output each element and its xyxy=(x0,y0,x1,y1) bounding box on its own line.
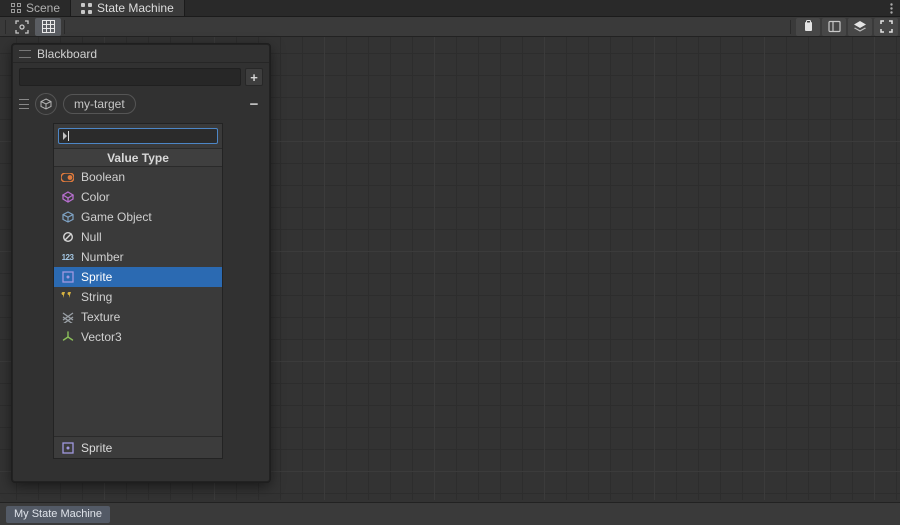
tab-scene-label: Scene xyxy=(26,1,60,15)
blackboard-search-input[interactable] xyxy=(19,68,241,86)
dropdown-item-boolean[interactable]: Boolean xyxy=(54,167,222,187)
string-icon xyxy=(61,291,74,304)
tab-scene[interactable]: Scene xyxy=(0,0,71,16)
blackboard-header[interactable]: Blackboard xyxy=(13,45,269,63)
cube-icon xyxy=(40,98,52,110)
tab-overflow-button[interactable] xyxy=(882,0,900,16)
gameobject-icon xyxy=(61,211,74,224)
dropdown-title: Value Type xyxy=(54,149,222,167)
separator xyxy=(790,20,791,34)
sprite-icon xyxy=(61,441,74,454)
text-cursor xyxy=(68,131,69,141)
dropdown-footer: Sprite xyxy=(54,436,222,458)
separator xyxy=(64,20,65,34)
dropdown-item-null[interactable]: Null xyxy=(54,227,222,247)
minus-icon: − xyxy=(250,96,259,113)
color-icon xyxy=(61,191,74,204)
null-icon xyxy=(61,231,74,244)
blackboard-search-row: + xyxy=(13,63,269,91)
dropdown-footer-label: Sprite xyxy=(81,441,112,455)
plus-icon: + xyxy=(250,70,258,85)
dropdown-item-string[interactable]: String xyxy=(54,287,222,307)
separator xyxy=(5,20,6,34)
breadcrumb-label: My State Machine xyxy=(14,508,102,520)
dropdown-item-game-object[interactable]: Game Object xyxy=(54,207,222,227)
dropdown-item-color[interactable]: Color xyxy=(54,187,222,207)
entry-type-button[interactable] xyxy=(35,93,57,115)
vector3-icon xyxy=(61,331,74,344)
dropdown-list: Boolean Color Game Object Null 123 Number Spri… xyxy=(54,167,222,436)
statemachine-icon xyxy=(81,3,92,14)
entry-name-label: my-target xyxy=(74,97,125,111)
number-icon: 123 xyxy=(61,251,74,264)
dropdown-item-label: Sprite xyxy=(81,270,112,284)
add-button[interactable]: + xyxy=(245,68,263,86)
dropdown-item-label: Vector3 xyxy=(81,330,122,344)
tab-state-machine[interactable]: State Machine xyxy=(71,0,185,16)
tab-statemachine-label: State Machine xyxy=(97,1,174,15)
footer-bar: My State Machine xyxy=(0,502,900,525)
collapse-button[interactable]: − xyxy=(247,97,261,111)
drag-grip-icon xyxy=(19,50,31,58)
clipboard-button[interactable] xyxy=(796,18,820,36)
texture-icon xyxy=(61,311,74,324)
fullscreen-button[interactable] xyxy=(874,18,898,36)
tab-bar: Scene State Machine xyxy=(0,0,900,17)
dropdown-item-label: Texture xyxy=(81,310,120,324)
dropdown-item-label: Number xyxy=(81,250,124,264)
blackboard-panel: Blackboard + my-target − Value Type Bool… xyxy=(12,44,270,482)
breadcrumb[interactable]: My State Machine xyxy=(6,506,110,523)
blackboard-title: Blackboard xyxy=(37,47,97,61)
dropdown-item-label: Boolean xyxy=(81,170,125,184)
dropdown-item-vector3[interactable]: Vector3 xyxy=(54,327,222,347)
boolean-icon xyxy=(61,171,74,184)
view-mode-group xyxy=(9,18,61,36)
dropdown-item-texture[interactable]: Texture xyxy=(54,307,222,327)
dropdown-search-input[interactable] xyxy=(58,128,218,144)
dropdown-item-label: Null xyxy=(81,230,102,244)
sprite-icon xyxy=(61,271,74,284)
dropdown-item-label: Game Object xyxy=(81,210,152,224)
panel-button[interactable] xyxy=(822,18,846,36)
dropdown-item-label: String xyxy=(81,290,112,304)
reorder-handle-icon[interactable] xyxy=(19,99,29,109)
dropdown-item-sprite[interactable]: Sprite xyxy=(54,267,222,287)
frame-button[interactable] xyxy=(9,18,35,36)
caret-right-icon xyxy=(63,132,67,140)
entry-name-chip[interactable]: my-target xyxy=(63,94,136,114)
dropdown-item-label: Color xyxy=(81,190,110,204)
dropdown-search-row xyxy=(54,124,222,149)
value-type-dropdown: Value Type Boolean Color Game Object Null 12… xyxy=(53,123,223,459)
layers-button[interactable] xyxy=(848,18,872,36)
toolbar xyxy=(0,17,900,37)
grid-button[interactable] xyxy=(35,18,61,36)
grid4-icon xyxy=(10,3,21,14)
blackboard-entry-row: my-target − xyxy=(13,91,269,119)
dropdown-item-number[interactable]: 123 Number xyxy=(54,247,222,267)
